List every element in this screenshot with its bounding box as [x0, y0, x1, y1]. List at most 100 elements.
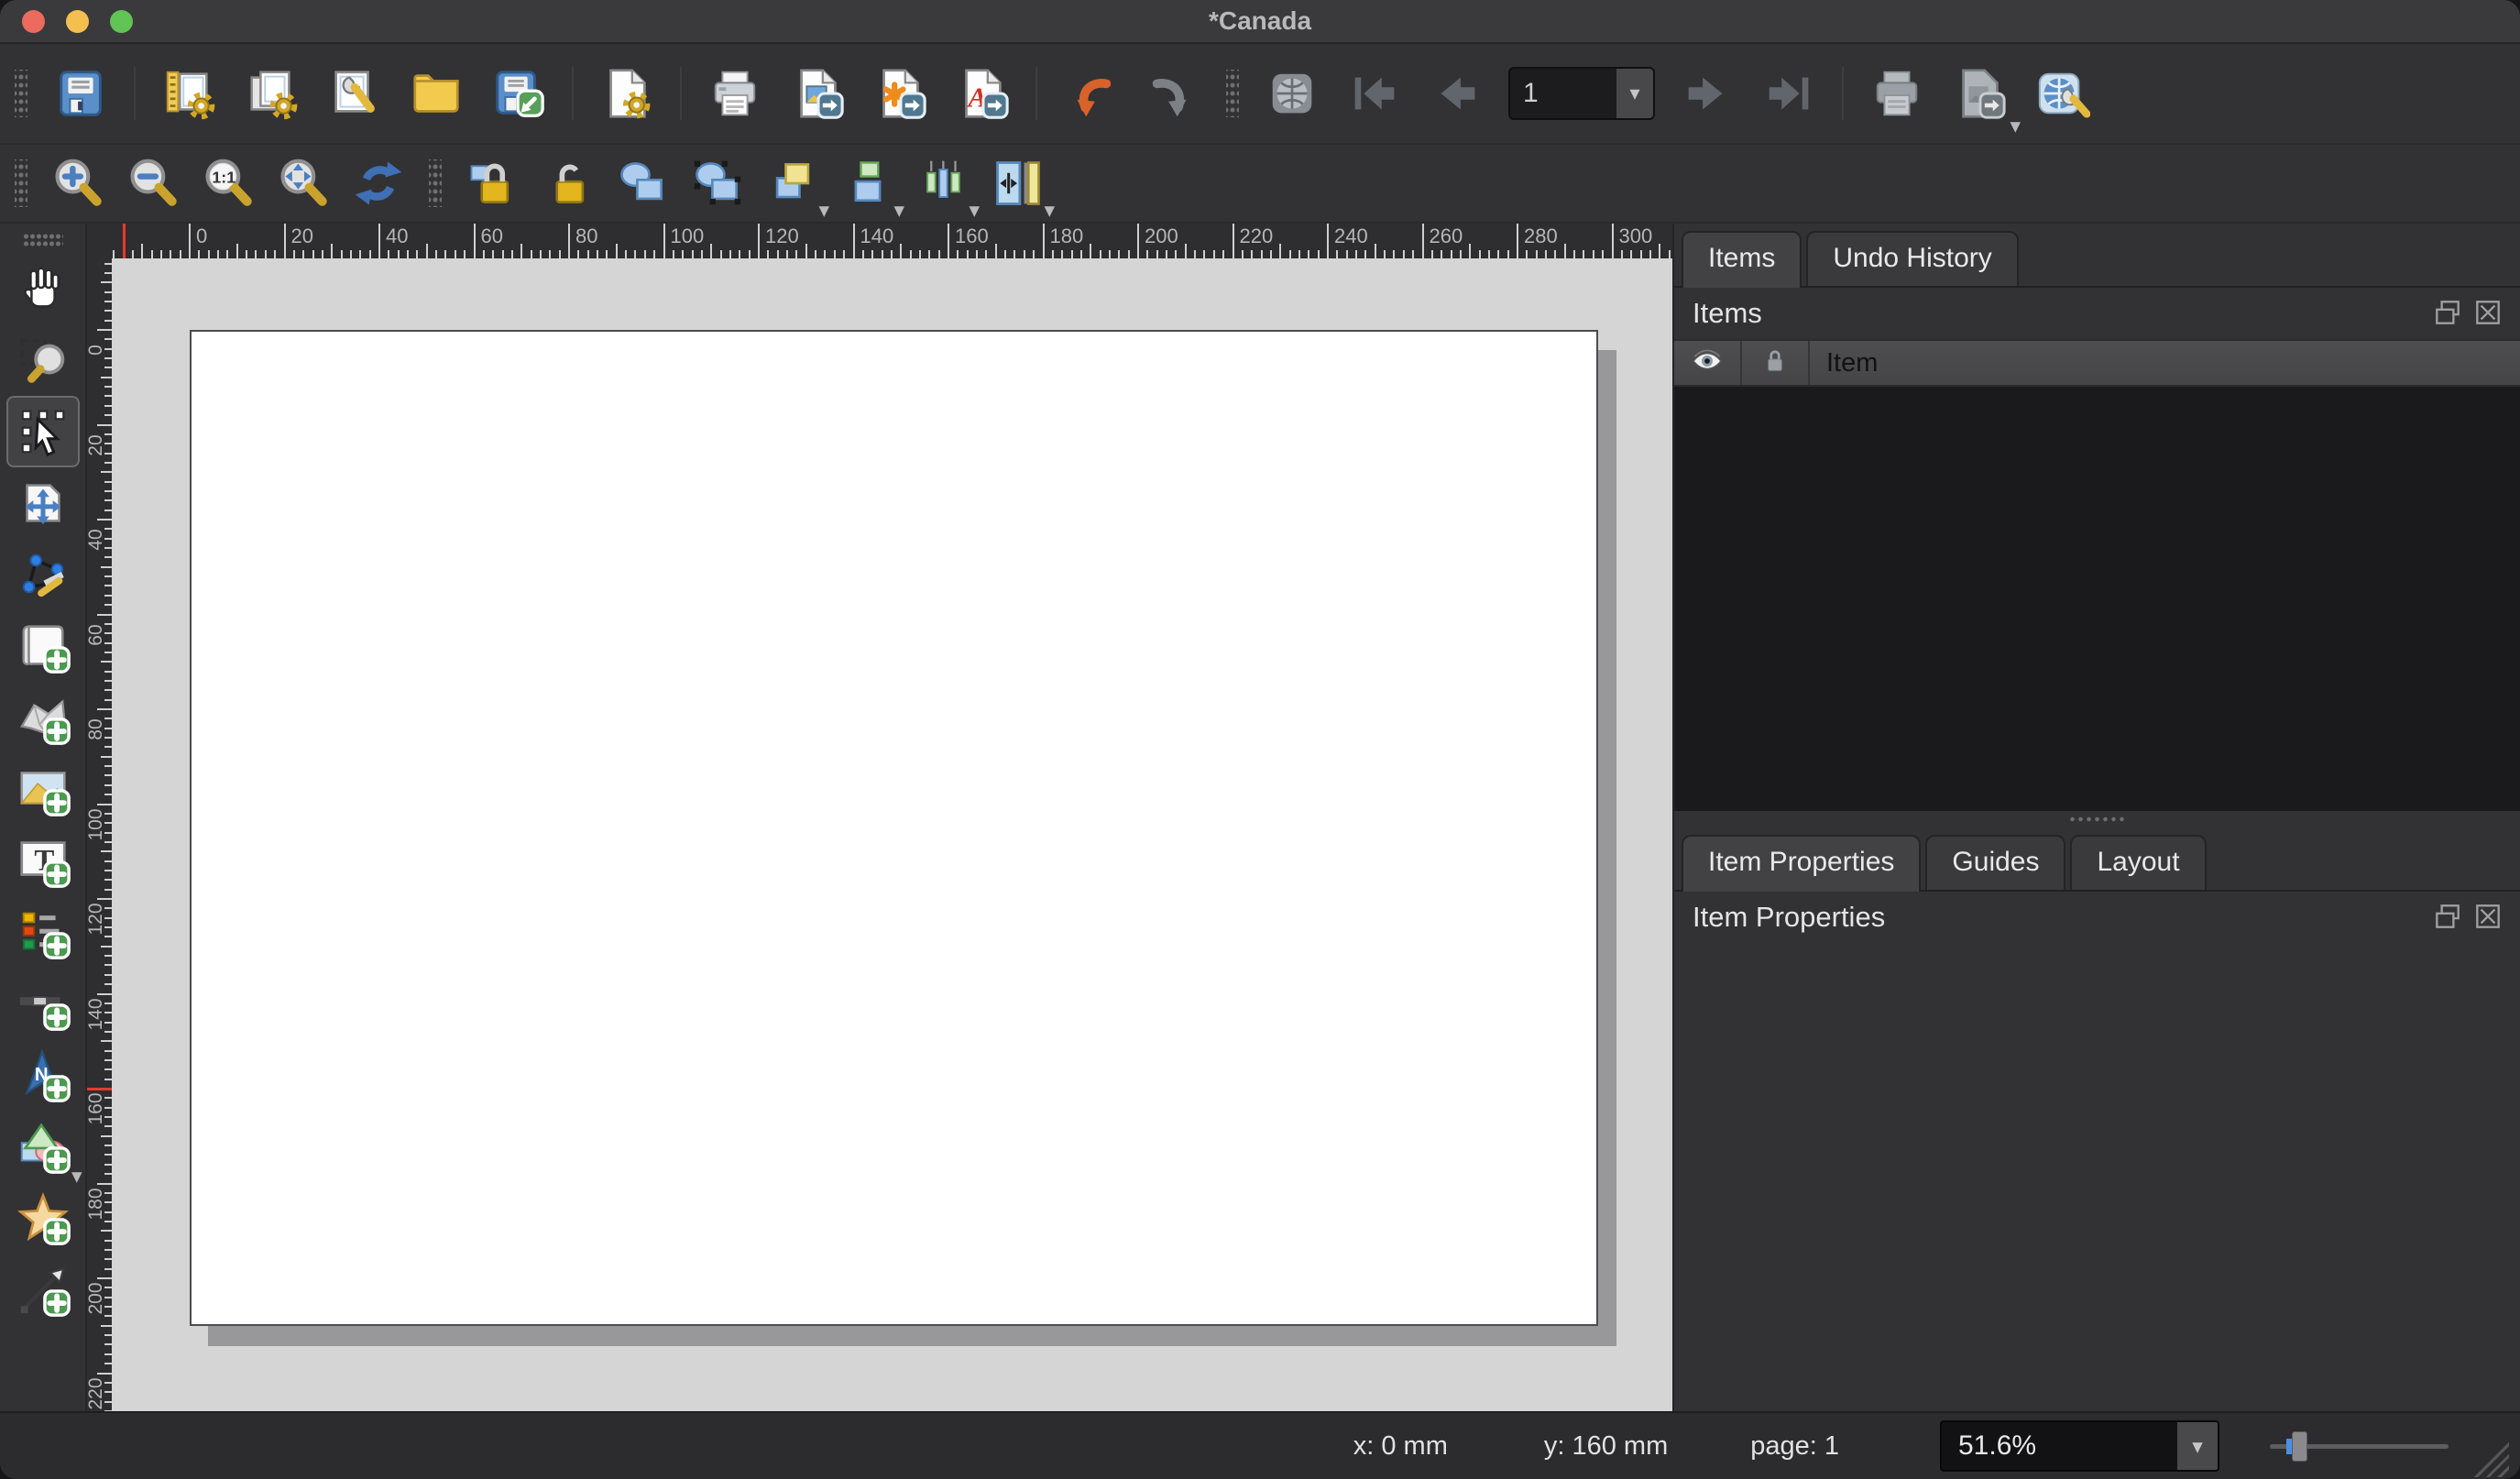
toolbar-grip[interactable] [22, 233, 63, 247]
previous-feature-button[interactable] [1419, 55, 1496, 132]
open-layout-button[interactable] [398, 55, 475, 132]
items-list[interactable] [1674, 387, 2520, 811]
item-properties-content [1674, 943, 2520, 1411]
add-label-button[interactable]: T [6, 825, 80, 896]
items-dock-tabs: Items Undo History [1674, 224, 2520, 288]
dropdown-caret-icon[interactable]: ▾ [2010, 115, 2021, 137]
dropdown-caret-icon[interactable]: ▾ [818, 200, 829, 221]
status-cursor-y: y: 160 mm [1543, 1430, 1669, 1461]
spinbox-dropdown-arrow-icon[interactable]: ▾ [1616, 69, 1653, 118]
group-items-button[interactable] [608, 150, 676, 216]
ruler-cursor-marker-y [87, 1088, 112, 1091]
toolbar-separator [1035, 67, 1037, 120]
save-project-button[interactable] [42, 55, 119, 132]
duplicate-layout-button[interactable] [233, 55, 310, 132]
items-table-header: Item [1674, 339, 2520, 387]
float-panel-icon[interactable] [2430, 900, 2465, 935]
properties-panel-titlebar: Item Properties [1674, 892, 2520, 943]
zoom-out-button[interactable] [119, 150, 187, 216]
panel-splitter[interactable] [1674, 811, 2520, 827]
toolbar-grip[interactable] [15, 70, 27, 117]
pan-layout-button[interactable] [6, 253, 80, 324]
svg-text:1:1: 1:1 [212, 168, 236, 186]
undo-button[interactable] [1052, 55, 1129, 132]
toolbar-grip[interactable] [429, 159, 442, 207]
add-marker-button[interactable] [6, 1182, 80, 1254]
toolbar-separator [134, 67, 136, 120]
next-feature-button[interactable] [1668, 55, 1745, 132]
tab-guides[interactable]: Guides [1925, 835, 2066, 890]
move-item-content-button[interactable] [6, 467, 80, 539]
toolbar-separator [680, 67, 682, 120]
add-picture-button[interactable] [6, 753, 80, 825]
raise-selected-items-button[interactable]: ▾ [759, 150, 829, 221]
window-title: *Canada [1208, 6, 1312, 35]
zoom-dropdown-arrow-icon[interactable]: ▾ [2177, 1422, 2218, 1470]
layout-manager-button[interactable] [315, 55, 392, 132]
dropdown-caret-icon[interactable]: ▾ [893, 200, 904, 221]
tab-layout[interactable]: Layout [2070, 835, 2207, 890]
item-column-header[interactable]: Item [1810, 348, 2520, 378]
distribute-selected-items-button[interactable]: ▾ [909, 150, 980, 221]
add-north-arrow-button[interactable]: N [6, 1039, 80, 1111]
ungroup-items-button[interactable] [684, 150, 751, 216]
tab-undo-history[interactable]: Undo History [1806, 231, 2019, 286]
dropdown-caret-icon[interactable]: ▾ [969, 200, 980, 221]
refresh-view-button[interactable] [345, 150, 412, 216]
toolbox-toolbar: T N ▾ [0, 224, 87, 1411]
export-as-image-button[interactable] [779, 55, 856, 132]
redo-button[interactable] [1134, 55, 1211, 132]
last-feature-button[interactable] [1750, 55, 1827, 132]
add-3d-map-button[interactable] [6, 682, 80, 753]
atlas-settings-button[interactable] [2023, 55, 2100, 132]
eye-icon [1689, 343, 1726, 384]
add-arrow-button[interactable] [6, 1254, 80, 1325]
export-atlas-button[interactable]: ▾ [1941, 55, 2021, 137]
zoom-level-combobox[interactable]: 51.6% ▾ [1940, 1420, 2219, 1472]
add-scale-bar-button[interactable] [6, 968, 80, 1039]
unlock-all-items-button[interactable] [533, 150, 601, 216]
tab-items[interactable]: Items [1682, 231, 1802, 288]
layout-page[interactable] [190, 330, 1598, 1326]
zoom-full-button[interactable] [269, 150, 337, 216]
close-panel-icon[interactable] [2471, 900, 2505, 935]
zoom-actual-size-button[interactable]: 1:1 [194, 150, 262, 216]
preview-atlas-button[interactable] [1254, 55, 1331, 132]
horizontal-ruler[interactable]: 0 20 40 60 80 100 120 140 160 180 200 220 240 260 280 3… [112, 224, 1672, 258]
zoom-slider[interactable] [2270, 1428, 2449, 1464]
items-panel-titlebar: Items [1674, 288, 2520, 339]
add-legend-button[interactable] [6, 896, 80, 968]
export-as-svg-button[interactable] [861, 55, 938, 132]
export-as-pdf-button[interactable]: A [944, 55, 1021, 132]
add-pages-button[interactable] [588, 55, 665, 132]
add-shape-button[interactable]: ▾ [6, 1111, 82, 1187]
visibility-column-header[interactable] [1674, 341, 1742, 385]
resize-grip[interactable] [2472, 1441, 2509, 1477]
select-move-item-button[interactable] [5, 396, 80, 467]
save-as-template-button[interactable] [480, 55, 557, 132]
toolbar-grip[interactable] [15, 159, 27, 207]
close-panel-icon[interactable] [2471, 296, 2505, 331]
print-atlas-button[interactable] [1858, 55, 1935, 132]
add-map-button[interactable] [6, 610, 80, 682]
status-bar: x: 0 mm y: 160 mm page: 1 51.6% ▾ [0, 1411, 2520, 1479]
zoom-in-button[interactable] [44, 150, 112, 216]
layout-canvas[interactable] [112, 258, 1672, 1411]
zoom-tool-button[interactable] [6, 324, 80, 396]
lock-selected-items-button[interactable] [458, 150, 526, 216]
float-panel-icon[interactable] [2430, 296, 2465, 331]
page-number-spinbox[interactable]: 1 ▾ [1508, 67, 1655, 120]
first-feature-button[interactable] [1336, 55, 1413, 132]
dropdown-caret-icon[interactable]: ▾ [1044, 200, 1055, 221]
new-layout-button[interactable] [150, 55, 227, 132]
tab-item-properties[interactable]: Item Properties [1682, 835, 1922, 892]
print-layout-button[interactable] [696, 55, 773, 132]
align-selected-items-button[interactable]: ▾ [834, 150, 904, 221]
properties-dock-tabs: Item Properties Guides Layout [1674, 827, 2520, 892]
lock-column-header[interactable] [1742, 341, 1810, 385]
toolbar-grip[interactable] [1226, 70, 1239, 117]
edit-nodes-item-button[interactable] [6, 539, 80, 610]
resize-selected-items-button[interactable]: ▾ [984, 150, 1055, 221]
zoom-slider-handle[interactable] [2292, 1431, 2307, 1462]
vertical-ruler[interactable]: 0 20 40 60 80 100 120 140 160 180 200 220 [87, 258, 112, 1411]
